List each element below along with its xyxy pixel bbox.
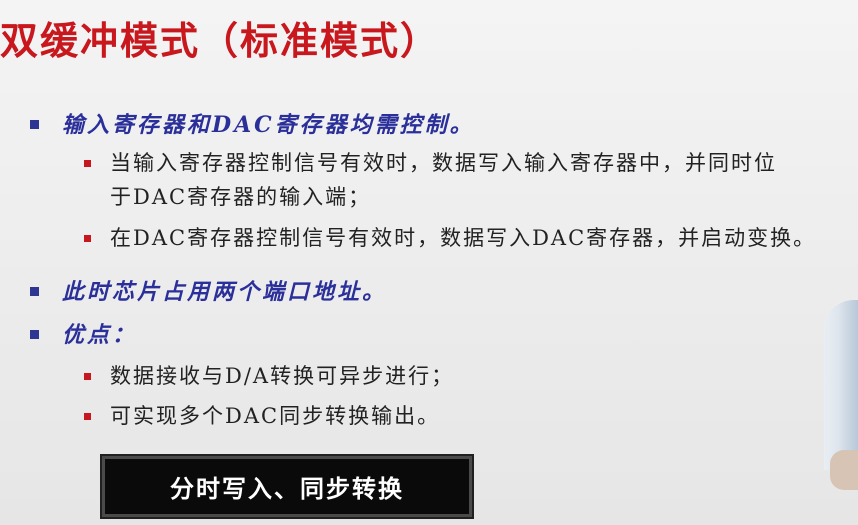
presenter-hand [830, 450, 858, 490]
sub-bullet-1-1-line-2: 于DAC寄存器的输入端； [110, 185, 372, 209]
sub-bullet-marker-1-2 [84, 235, 91, 242]
sub-bullet-marker-3-2 [84, 413, 91, 420]
bullet-marker-1 [30, 120, 39, 129]
bullet-marker-2 [30, 287, 39, 296]
summary-banner: 分时写入、同步转换 [102, 456, 472, 517]
presenter-figure [824, 300, 858, 470]
slide-title: 双缓冲模式（标准模式） [0, 19, 441, 63]
bullet-marker-3 [30, 330, 39, 339]
bullet-2-text: 此时芯片占用两个端口地址。 [62, 279, 388, 305]
sub-bullet-3-1-text: 数据接收与D/A转换可异步进行； [110, 364, 455, 388]
sub-bullet-3-2-text: 可实现多个DAC同步转换输出。 [110, 404, 441, 428]
sub-bullet-marker-1-1 [84, 160, 91, 167]
bullet-1-text: 输入寄存器和DAC寄存器均需控制。 [62, 112, 475, 138]
sub-bullet-1-1-line-1: 当输入寄存器控制信号有效时，数据写入输入寄存器中，并同时位 [110, 151, 777, 175]
bullet-3-text: 优点： [62, 322, 138, 348]
sub-bullet-marker-3-1 [84, 373, 91, 380]
sub-bullet-1-2-text: 在DAC寄存器控制信号有效时，数据写入DAC寄存器，并启动变换。 [110, 226, 817, 250]
